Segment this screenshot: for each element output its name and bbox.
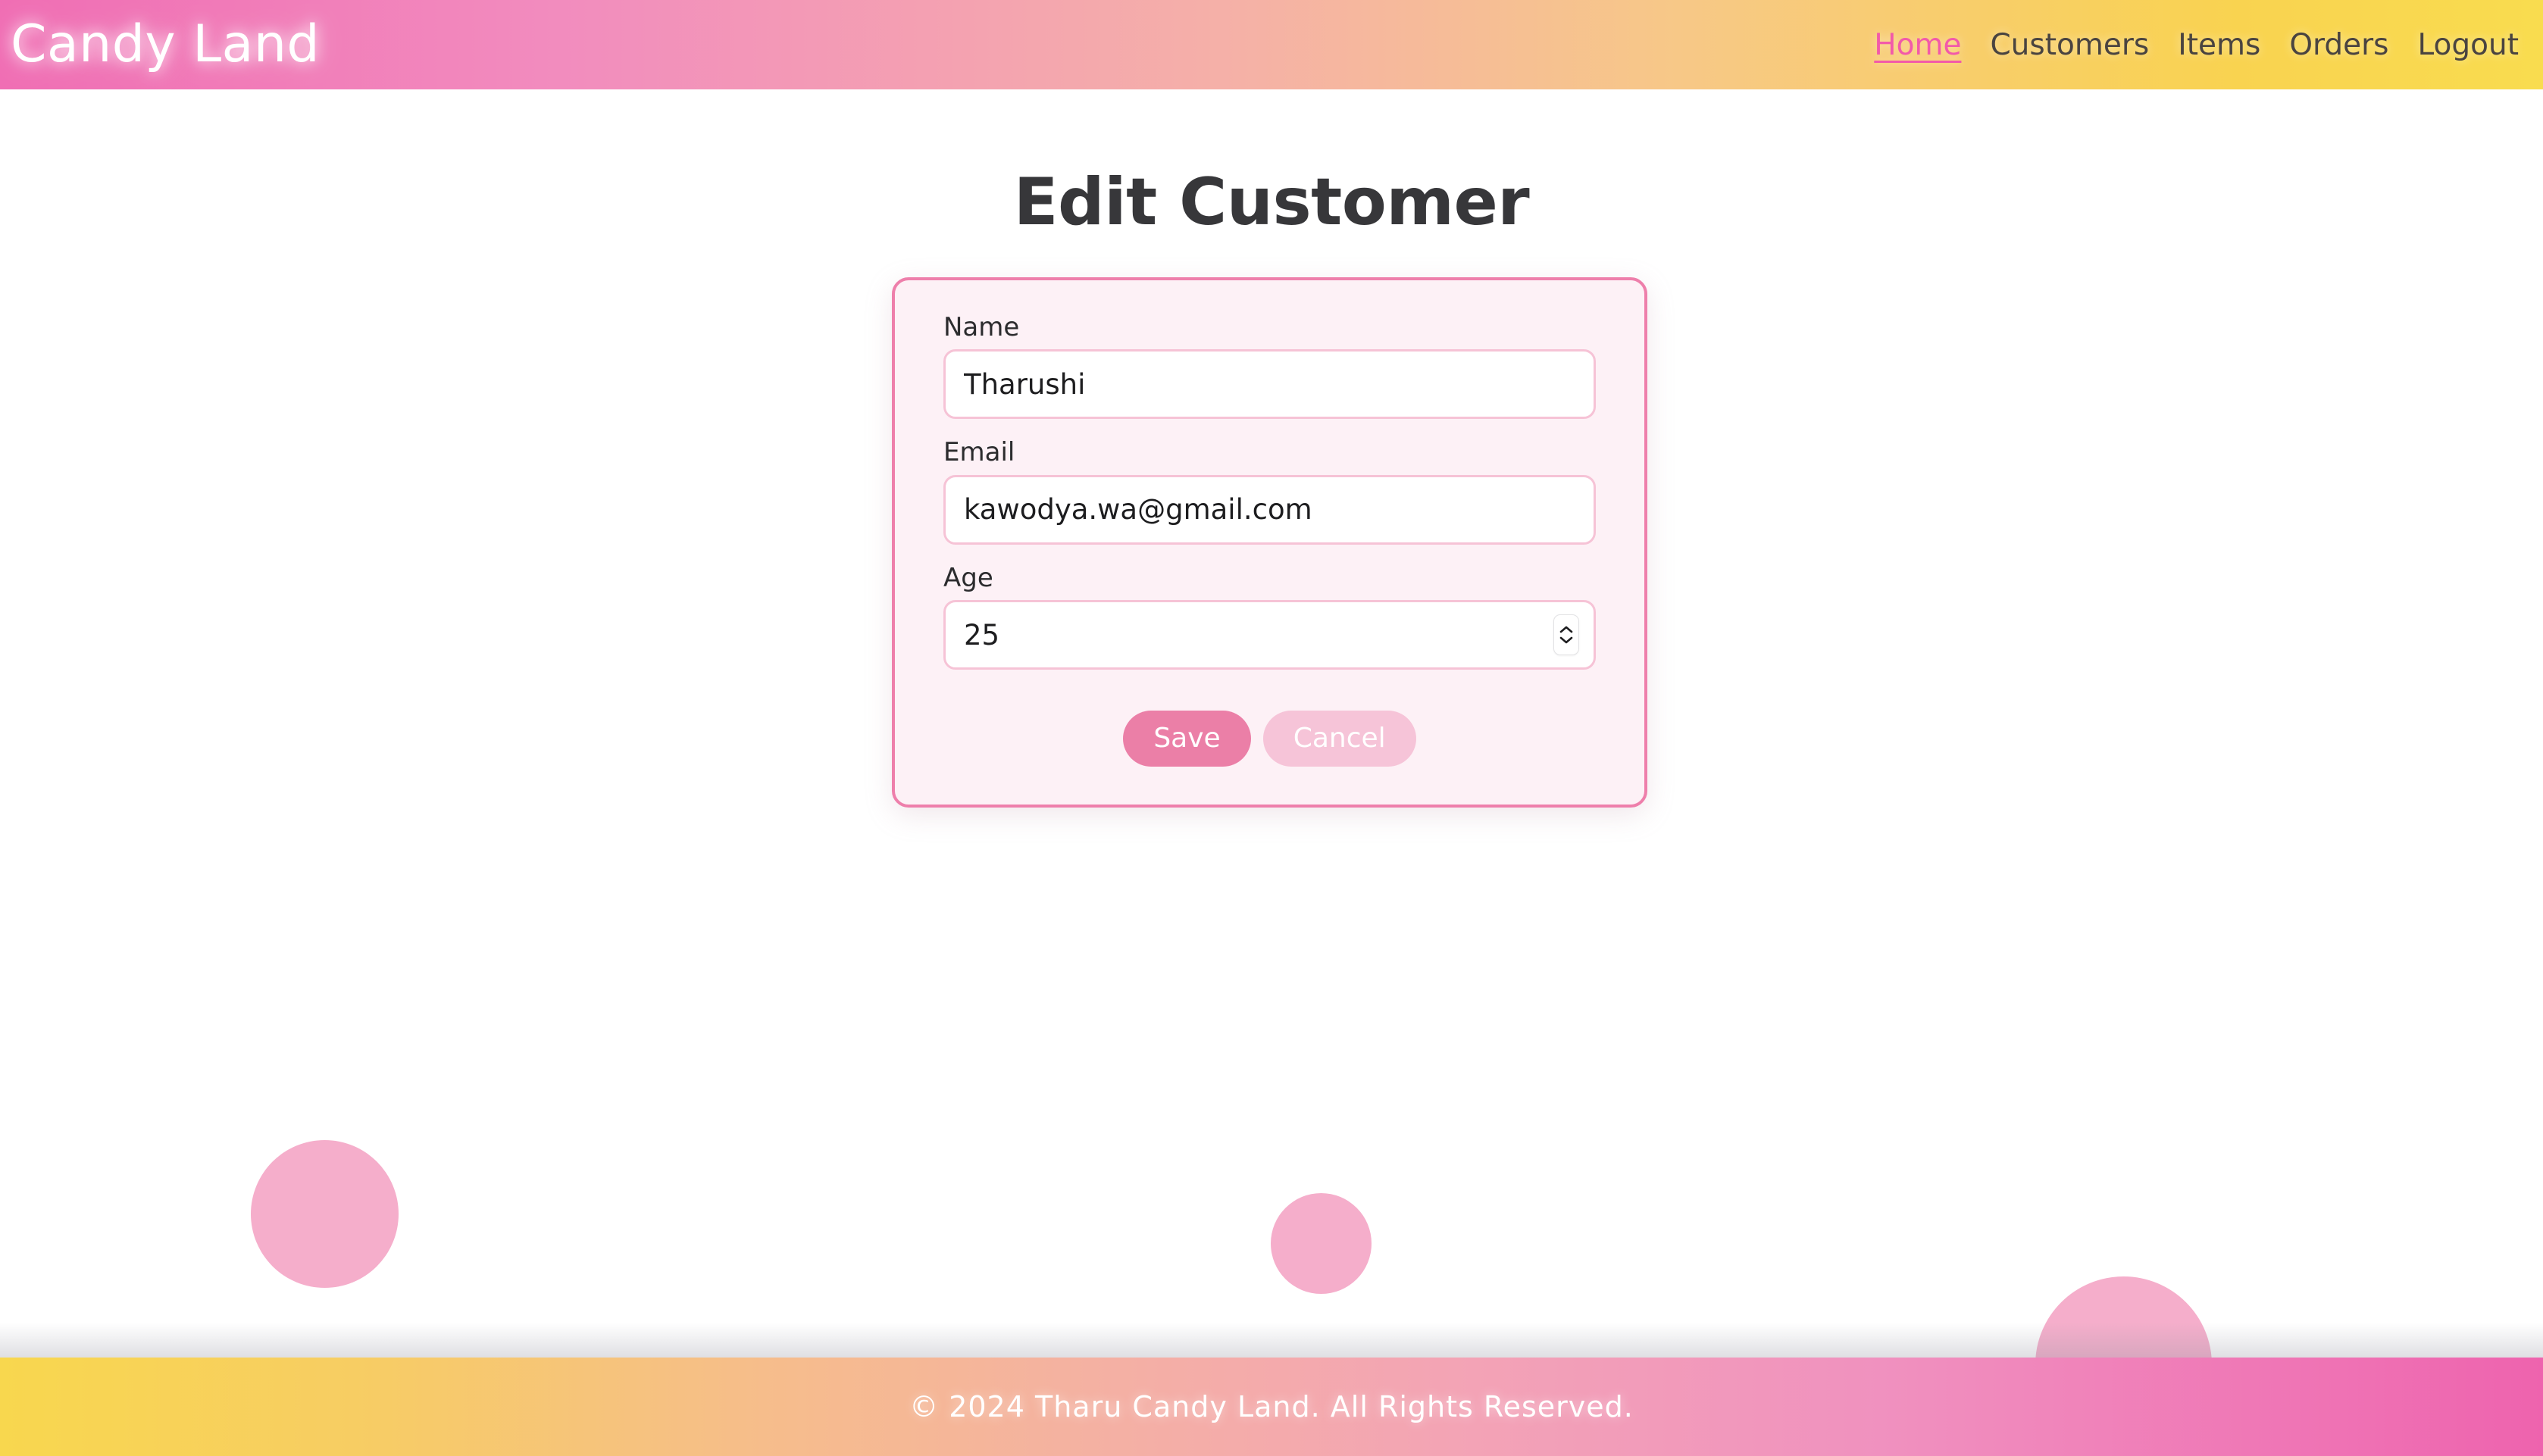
nav-item-customers[interactable]: Customers (1990, 30, 2149, 60)
decorative-circle-left (251, 1140, 399, 1288)
primary-navigation: Home Customers Items Orders Logout (1874, 30, 2528, 60)
name-label: Name (943, 312, 1020, 342)
nav-item-orders[interactable]: Orders (2289, 30, 2388, 60)
name-input[interactable] (943, 349, 1596, 420)
brand-logo[interactable]: Candy Land (11, 19, 320, 70)
email-label: Email (943, 437, 1015, 468)
email-input[interactable] (943, 474, 1596, 545)
field-name: Name (943, 312, 1596, 420)
copyright-text: © 2024 Tharu Candy Land. All Rights Rese… (909, 1390, 1634, 1423)
age-input[interactable] (943, 600, 1596, 670)
form-actions: Save Cancel (943, 711, 1596, 767)
decorative-circle-right (2035, 1276, 2212, 1358)
age-input-wrapper (943, 600, 1596, 670)
cancel-button[interactable]: Cancel (1262, 711, 1416, 767)
decorative-circle-center (1271, 1193, 1372, 1294)
main-content: Edit Customer Name Email Age (0, 89, 2543, 1358)
field-age: Age (943, 564, 1596, 670)
number-stepper[interactable] (1553, 614, 1579, 656)
site-header: Candy Land Home Customers Items Orders L… (0, 0, 2543, 89)
chevron-down-icon[interactable] (1559, 636, 1573, 645)
chevron-up-icon[interactable] (1559, 625, 1573, 634)
save-button[interactable]: Save (1123, 711, 1251, 767)
page-title: Edit Customer (1013, 164, 1530, 240)
age-label: Age (943, 562, 993, 593)
edit-customer-card: Name Email Age Save (892, 277, 1647, 808)
nav-item-items[interactable]: Items (2178, 30, 2260, 60)
site-footer: © 2024 Tharu Candy Land. All Rights Rese… (0, 1358, 2543, 1456)
field-email: Email (943, 437, 1596, 545)
nav-item-home[interactable]: Home (1874, 30, 1961, 60)
nav-item-logout[interactable]: Logout (2417, 30, 2519, 60)
